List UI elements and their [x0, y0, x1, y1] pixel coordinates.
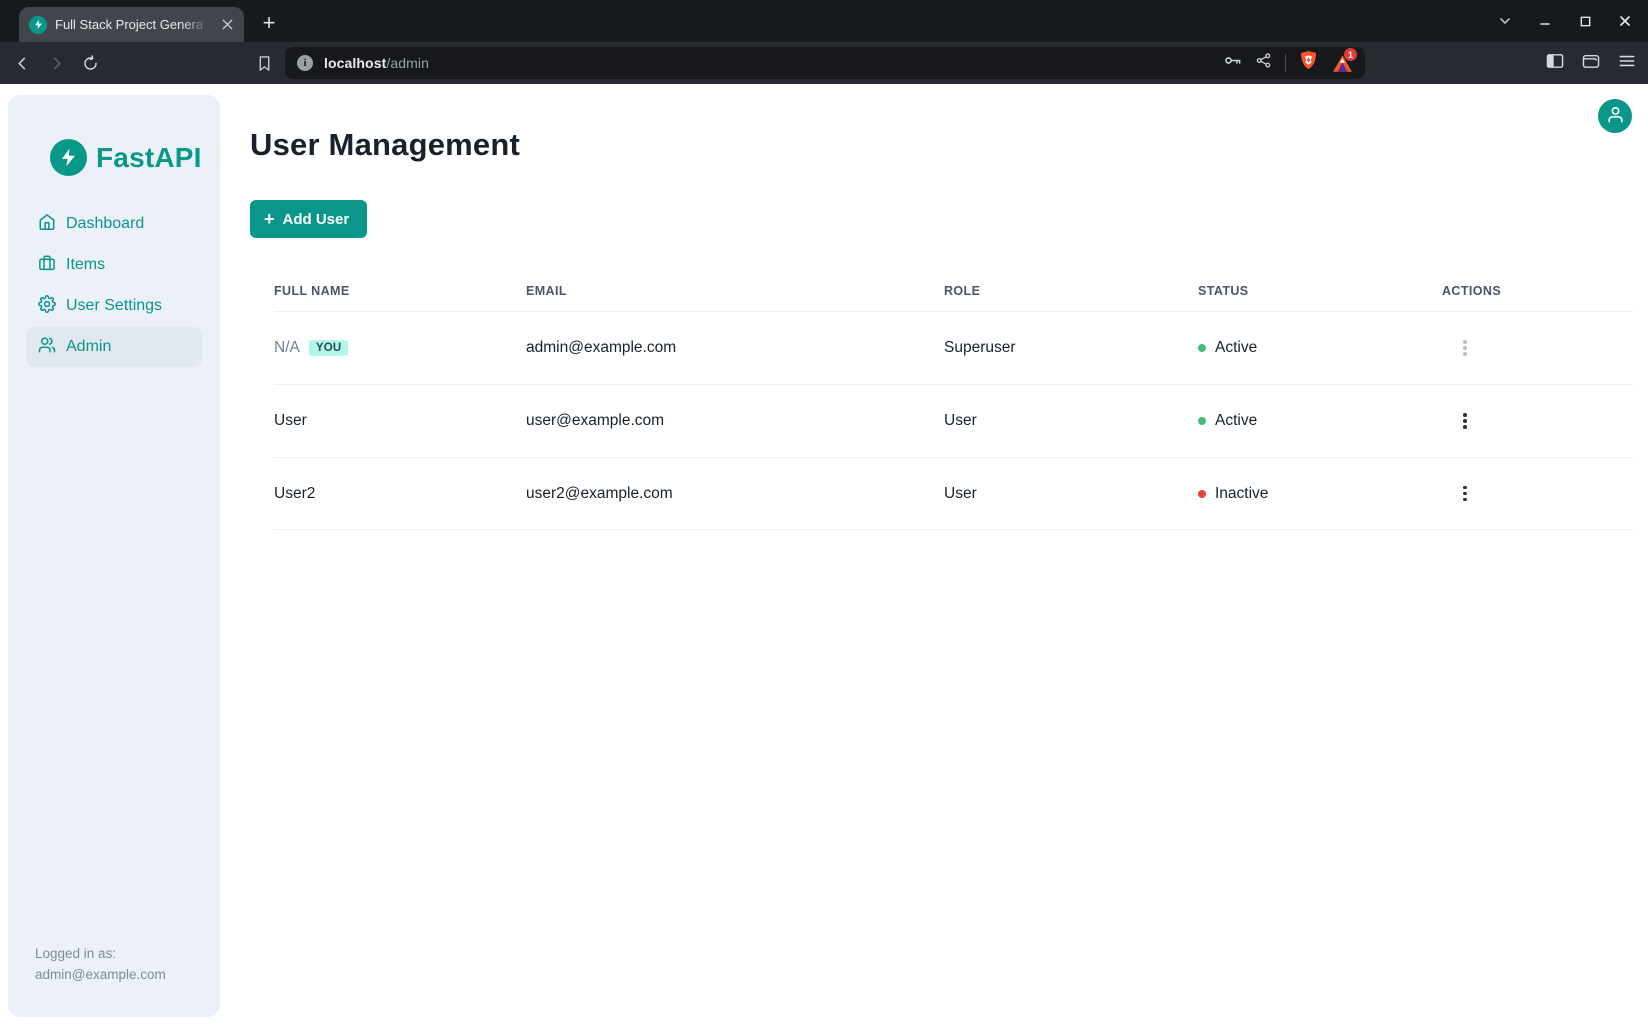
sidebar-item-items[interactable]: Items	[26, 245, 202, 285]
add-user-label: Add User	[283, 211, 350, 228]
cell-actions	[1442, 481, 1633, 507]
cell-role: Superuser	[944, 339, 1198, 357]
url-path: /admin	[386, 55, 429, 71]
add-user-button[interactable]: + Add User	[250, 200, 367, 238]
sidebar-item-admin[interactable]: Admin	[26, 327, 202, 367]
table-row: User user@example.com User Active	[274, 384, 1633, 457]
status-dot	[1198, 344, 1206, 352]
col-header-fullname: Full name	[274, 284, 526, 298]
sidebar-item-dashboard[interactable]: Dashboard	[26, 204, 202, 244]
table-header-row: Full name Email Role Status Actions	[274, 270, 1633, 311]
cell-fullname-text: User2	[274, 485, 315, 503]
cell-fullname: N/A YOU	[274, 339, 526, 357]
gear-icon	[38, 295, 56, 318]
fastapi-bolt-icon	[50, 139, 87, 176]
url-text[interactable]: localhost/admin	[324, 55, 429, 71]
briefcase-icon	[38, 254, 56, 277]
app-content: FastAPI Dashboard Items	[0, 84, 1648, 1025]
row-actions-button[interactable]	[1452, 408, 1478, 434]
main-content: User Management + Add User Full name Ema…	[250, 84, 1633, 530]
browser-tab[interactable]: Full Stack Project Genera	[19, 7, 244, 42]
sidebar-toggle-icon[interactable]	[1546, 53, 1564, 74]
cell-status: Inactive	[1198, 485, 1442, 503]
urlbar-divider	[1285, 54, 1286, 72]
row-actions-button[interactable]	[1452, 481, 1478, 507]
window-controls	[1492, 0, 1648, 42]
tab-search-chevron-icon[interactable]	[1492, 8, 1518, 34]
key-icon[interactable]	[1223, 51, 1242, 75]
address-bar[interactable]: i localhost/admin	[285, 47, 1365, 79]
tab-title: Full Stack Project Genera	[55, 17, 210, 32]
sidebar-item-label: Admin	[66, 338, 111, 356]
logged-in-email: admin@example.com	[35, 964, 166, 985]
brave-shield-icon[interactable]	[1299, 50, 1318, 76]
status-dot	[1198, 417, 1206, 425]
back-icon[interactable]	[7, 48, 37, 78]
cell-fullname-text: N/A	[274, 339, 300, 357]
share-icon[interactable]	[1255, 52, 1272, 74]
sidebar-item-label: User Settings	[66, 297, 162, 315]
cell-actions	[1442, 335, 1633, 361]
status-text: Active	[1215, 412, 1257, 430]
col-header-email: Email	[526, 284, 944, 298]
users-table: Full name Email Role Status Actions N/A …	[250, 270, 1633, 530]
cell-role: User	[944, 412, 1198, 430]
close-window-icon[interactable]	[1612, 8, 1638, 34]
sidebar-item-user-settings[interactable]: User Settings	[26, 286, 202, 326]
cell-fullname: User	[274, 412, 526, 430]
cell-actions	[1442, 408, 1633, 434]
forward-icon[interactable]	[41, 48, 71, 78]
sidebar-item-label: Items	[66, 256, 105, 274]
col-header-status: Status	[1198, 284, 1442, 298]
cell-status: Active	[1198, 339, 1442, 357]
page-title: User Management	[250, 127, 1633, 163]
bookmark-icon[interactable]	[250, 48, 278, 78]
sidebar-nav: Dashboard Items User Settings	[26, 204, 202, 367]
status-text: Active	[1215, 339, 1257, 357]
cell-fullname-text: User	[274, 412, 307, 430]
row-actions-button[interactable]	[1452, 335, 1478, 361]
users-icon	[38, 336, 56, 359]
site-info-icon[interactable]: i	[297, 55, 313, 71]
logo-text: FastAPI	[96, 142, 202, 174]
cell-email: user@example.com	[526, 412, 944, 430]
brave-rewards-icon[interactable]: 1	[1331, 52, 1353, 74]
table-body: N/A YOU admin@example.com Superuser Acti…	[274, 311, 1633, 530]
col-header-actions: Actions	[1442, 284, 1633, 298]
rewards-badge: 1	[1344, 48, 1357, 61]
home-icon	[38, 213, 56, 236]
cell-email: user2@example.com	[526, 485, 944, 503]
table-row: N/A YOU admin@example.com Superuser Acti…	[274, 311, 1633, 384]
logged-in-label: Logged in as:	[35, 943, 166, 964]
you-badge: YOU	[309, 340, 349, 356]
table-row: User2 user2@example.com User Inactive	[274, 457, 1633, 530]
url-host: localhost	[324, 55, 386, 71]
minimize-icon[interactable]	[1532, 8, 1558, 34]
status-dot	[1198, 490, 1206, 498]
browser-titlebar: Full Stack Project Genera +	[0, 0, 1648, 42]
cell-role: User	[944, 485, 1198, 503]
fastapi-favicon-icon	[29, 16, 47, 34]
cell-status: Active	[1198, 412, 1442, 430]
maximize-icon[interactable]	[1572, 8, 1598, 34]
col-header-role: Role	[944, 284, 1198, 298]
wallet-icon[interactable]	[1582, 53, 1600, 74]
tab-close-icon[interactable]	[218, 16, 236, 34]
reload-icon[interactable]	[75, 48, 105, 78]
cell-fullname: User2	[274, 485, 526, 503]
plus-icon: +	[264, 210, 275, 228]
logged-in-info: Logged in as: admin@example.com	[35, 943, 166, 985]
new-tab-button[interactable]: +	[254, 8, 284, 38]
cell-email: admin@example.com	[526, 339, 944, 357]
menu-icon[interactable]	[1618, 53, 1636, 74]
status-text: Inactive	[1215, 485, 1268, 503]
fastapi-logo: FastAPI	[50, 139, 220, 176]
sidebar: FastAPI Dashboard Items	[8, 95, 220, 1017]
sidebar-item-label: Dashboard	[66, 215, 144, 233]
